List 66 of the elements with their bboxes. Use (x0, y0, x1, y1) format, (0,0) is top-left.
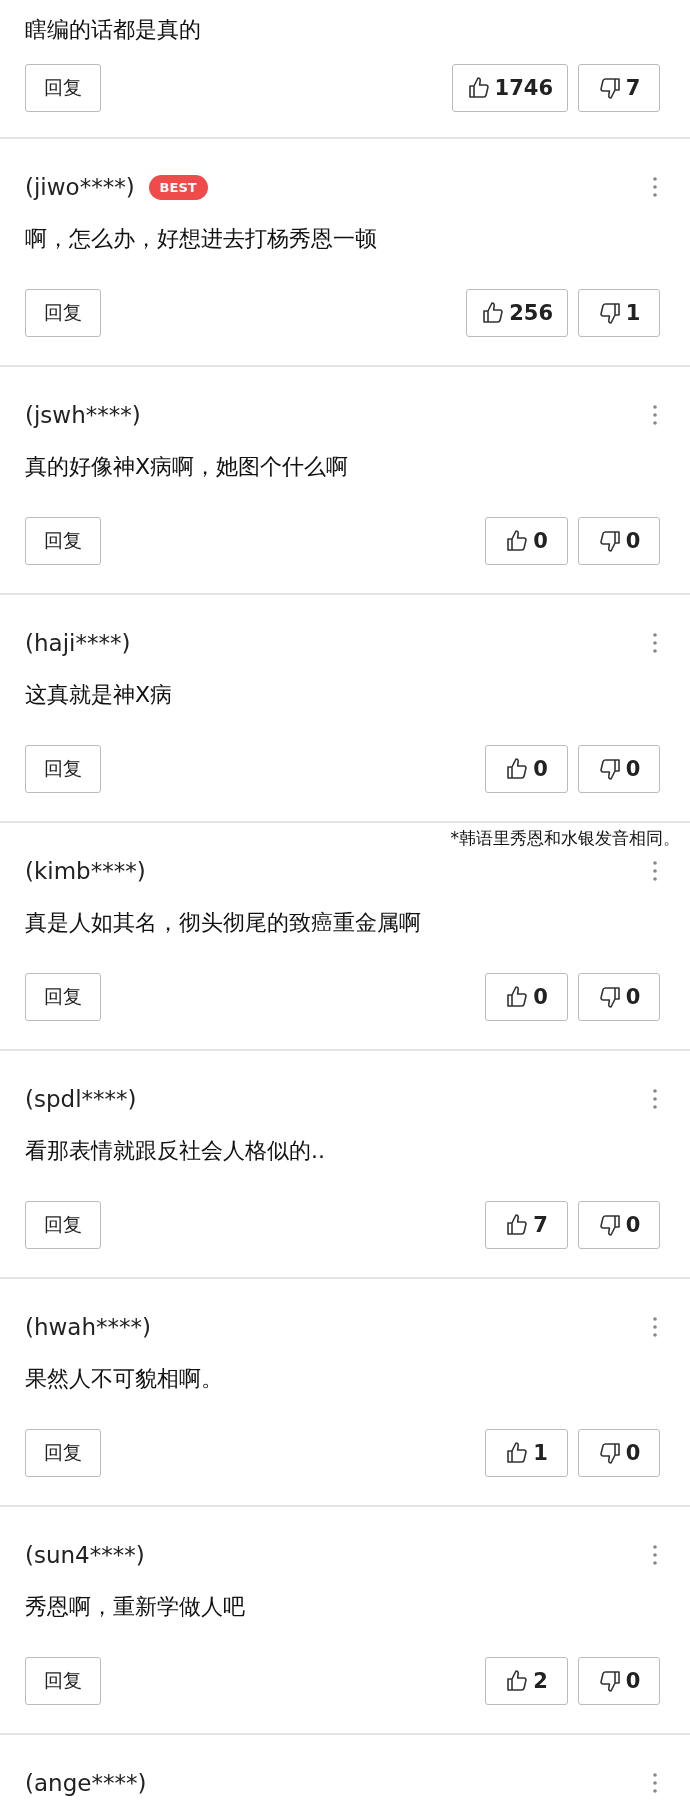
reply-button[interactable]: 回复 (25, 289, 101, 337)
thumbs-down-icon (597, 301, 622, 325)
username: (spdl****) (25, 1086, 137, 1112)
dislike-button[interactable]: 7 (578, 64, 660, 112)
thumbs-up-icon (505, 1213, 530, 1237)
thumbs-up-icon (481, 301, 506, 325)
like-button[interactable]: 0 (485, 973, 568, 1021)
more-options-icon[interactable] (652, 1087, 658, 1111)
more-options-icon[interactable] (652, 1315, 658, 1339)
thumbs-up-icon (505, 529, 530, 553)
comment-text: 看那表情就跟反社会人格似的.. (25, 1137, 326, 1165)
thumbs-up-icon (505, 985, 530, 1009)
more-options-icon[interactable] (652, 631, 658, 655)
best-badge: BEST (148, 174, 208, 200)
dislike-button[interactable]: 0 (578, 1657, 660, 1705)
thumbs-down-icon (597, 1213, 622, 1237)
thumbs-down-icon (597, 1441, 622, 1465)
username: (jiwo****) (25, 174, 135, 200)
more-options-icon[interactable] (652, 175, 658, 199)
thumbs-up-icon (505, 1441, 530, 1465)
reply-button[interactable]: 回复 (25, 1201, 101, 1249)
username: (jswh****) (25, 402, 141, 428)
like-button[interactable]: 0 (485, 517, 568, 565)
comment-text: 瞎编的话都是真的 (25, 16, 202, 44)
thumbs-down-icon (597, 757, 622, 781)
thumbs-down-icon (597, 985, 622, 1009)
comment-text: 真是人如其名，彻头彻尾的致癌重金属啊 (25, 909, 422, 937)
reply-button[interactable]: 回复 (25, 1657, 101, 1705)
thumbs-up-icon (505, 1669, 530, 1693)
like-button[interactable]: 7 (485, 1201, 568, 1249)
thumbs-up-icon (505, 757, 530, 781)
thumbs-down-icon (597, 76, 622, 100)
like-button[interactable]: 2 (485, 1657, 568, 1705)
more-options-icon[interactable] (652, 1543, 658, 1567)
reply-button[interactable]: 回复 (25, 745, 101, 793)
reply-button[interactable]: 回复 (25, 517, 101, 565)
reply-button[interactable]: 回复 (25, 64, 101, 112)
username: (hwah****) (25, 1314, 151, 1340)
thumbs-up-icon (466, 76, 491, 100)
comment-text: 秀恩啊，重新学做人吧 (25, 1593, 246, 1621)
comment-text: 果然人不可貌相啊。 (25, 1365, 224, 1393)
dislike-button[interactable]: 1 (578, 289, 660, 337)
more-options-icon[interactable] (652, 403, 658, 427)
reply-button[interactable]: 回复 (25, 1429, 101, 1477)
thumbs-down-icon (597, 1669, 622, 1693)
translator-note: *韩语里秀恩和水银发音相同。 (450, 827, 680, 850)
reply-button[interactable]: 回复 (25, 973, 101, 1021)
more-options-icon[interactable] (652, 859, 658, 883)
like-button[interactable]: 1 (485, 1429, 568, 1477)
comment-text: 这真就是神X病 (25, 681, 174, 709)
dislike-button[interactable]: 0 (578, 1429, 660, 1477)
dislike-button[interactable]: 0 (578, 973, 660, 1021)
comment-text: 真的好像神X病啊，她图个什么啊 (25, 453, 350, 481)
like-button[interactable]: 256 (466, 289, 568, 337)
username: (sun4****) (25, 1542, 145, 1568)
more-options-icon[interactable] (652, 1771, 658, 1795)
comment-text: 啊，怎么办，好想进去打杨秀恩一顿 (25, 225, 378, 253)
username: (ange****) (25, 1770, 147, 1796)
dislike-button[interactable]: 0 (578, 517, 660, 565)
like-button[interactable]: 0 (485, 745, 568, 793)
username: (haji****) (25, 630, 131, 656)
dislike-button[interactable]: 0 (578, 1201, 660, 1249)
username: (kimb****) (25, 858, 146, 884)
like-button[interactable]: 1746 (451, 64, 568, 112)
dislike-button[interactable]: 0 (578, 745, 660, 793)
thumbs-down-icon (597, 529, 622, 553)
